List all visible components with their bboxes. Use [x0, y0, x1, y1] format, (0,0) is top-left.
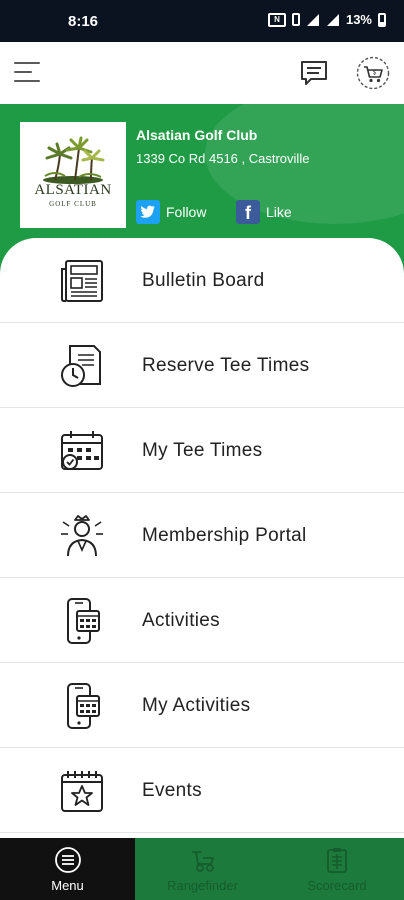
- menu-item-label: My Tee Times: [142, 440, 263, 461]
- status-icons: N 13%: [267, 12, 386, 27]
- menu-item-label: Reserve Tee Times: [142, 355, 310, 376]
- nfc-icon: N: [267, 12, 286, 27]
- event-calendar-star-icon: [61, 771, 103, 812]
- menu-item-membership-portal[interactable]: Membership Portal: [0, 493, 404, 578]
- follow-label: Follow: [166, 204, 207, 220]
- app-bar: $: [0, 42, 404, 104]
- club-name: Alsatian Golf Club: [136, 127, 258, 143]
- battery-percent: 13%: [345, 12, 372, 27]
- menu-item-my-tee-times[interactable]: My Tee Times: [0, 408, 404, 493]
- menu-item-my-activities[interactable]: My Activities: [0, 663, 404, 748]
- facebook-like-button[interactable]: f Like: [236, 200, 292, 224]
- phone-calendar-icon: [67, 683, 100, 729]
- wifi-signal-icon: [306, 13, 319, 26]
- main-menu-list: Bulletin Board Reserve Tee Times My Tee …: [0, 238, 404, 838]
- phone-calendar-icon: [67, 598, 100, 644]
- status-bar: 8:16 N 13%: [0, 0, 404, 42]
- chat-icon[interactable]: [299, 58, 329, 88]
- palm-trees-logo-art: [43, 136, 105, 184]
- tab-label: Scorecard: [307, 878, 367, 893]
- scorecard-icon: [327, 848, 347, 873]
- club-logo: ALSATIAN GOLF CLUB: [20, 122, 126, 228]
- newspaper-icon: [61, 260, 103, 302]
- menu-item-bulletin-board[interactable]: Bulletin Board: [0, 238, 404, 323]
- twitter-icon: [136, 200, 160, 224]
- menu-item-label: My Activities: [142, 695, 251, 716]
- member-crown-icon: [61, 515, 103, 557]
- menu-item-label: Membership Portal: [142, 525, 307, 546]
- calendar-icon: [61, 431, 103, 470]
- document-clock-icon: [61, 345, 101, 387]
- menu-item-activities[interactable]: Activities: [0, 578, 404, 663]
- menu-item-reserve-tee-times[interactable]: Reserve Tee Times: [0, 323, 404, 408]
- cell-signal-icon: [326, 13, 339, 26]
- hamburger-icon[interactable]: [14, 60, 44, 86]
- tab-menu[interactable]: Menu: [0, 838, 135, 900]
- club-address: 1339 Co Rd 4516 , Castroville: [136, 151, 310, 166]
- menu-circle-icon: [54, 847, 81, 873]
- battery-icon: [378, 12, 386, 27]
- logo-subtitle: GOLF CLUB: [49, 200, 97, 208]
- bottom-navigation: Menu Rangefinder Scorecard: [0, 838, 404, 900]
- menu-item-label: Events: [142, 780, 202, 801]
- twitter-follow-button[interactable]: Follow: [136, 200, 206, 224]
- tab-label: Menu: [51, 878, 84, 893]
- tab-scorecard[interactable]: Scorecard: [270, 838, 404, 900]
- golf-cart-icon: [191, 851, 214, 872]
- tab-rangefinder[interactable]: Rangefinder: [135, 838, 270, 900]
- logo-name: ALSATIAN: [34, 182, 112, 198]
- menu-item-events[interactable]: Events: [0, 748, 404, 833]
- facebook-icon: f: [236, 200, 260, 224]
- like-label: Like: [266, 204, 292, 220]
- menu-item-label: Activities: [142, 610, 220, 631]
- tab-label: Rangefinder: [167, 878, 238, 893]
- shopping-cart-icon[interactable]: $: [356, 56, 390, 90]
- vibrate-icon: [291, 13, 300, 26]
- status-time: 8:16: [68, 13, 99, 30]
- menu-item-label: Bulletin Board: [142, 270, 265, 291]
